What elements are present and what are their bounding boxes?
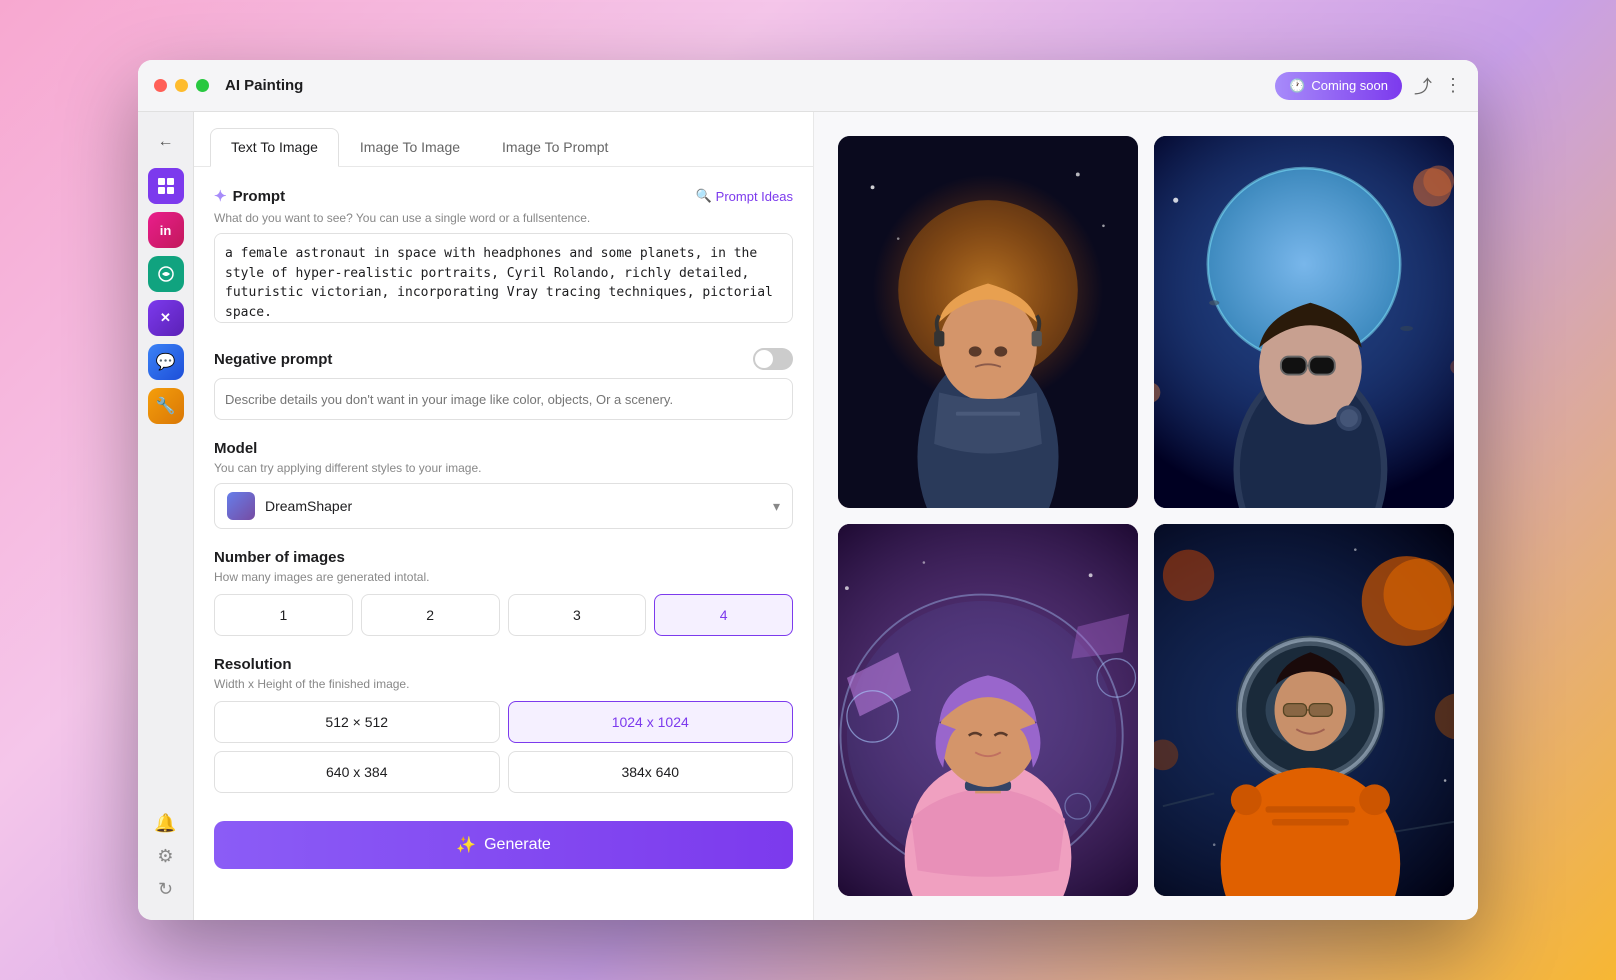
- sparkle-icon: ✨: [456, 835, 476, 855]
- clock-icon: 🕐: [1289, 78, 1305, 94]
- tab-image-to-prompt[interactable]: Image To Prompt: [481, 128, 629, 166]
- close-button[interactable]: [154, 79, 167, 92]
- num-images-title: Number of images: [214, 549, 793, 566]
- sidebar-item-chatgpt[interactable]: [148, 256, 184, 292]
- num-images-1[interactable]: 1: [214, 594, 353, 636]
- generate-button[interactable]: ✨ Generate: [214, 821, 793, 869]
- model-description: You can try applying different styles to…: [214, 461, 793, 475]
- prompt-ideas-button[interactable]: 🔍 Prompt Ideas: [695, 188, 793, 204]
- generated-image-1[interactable]: [838, 136, 1138, 508]
- notifications-icon[interactable]: 🔔: [154, 813, 176, 834]
- generate-label: Generate: [484, 836, 551, 854]
- app-window: AI Painting 🕐 Coming soon ⤴ ⋮ ←: [138, 60, 1478, 920]
- tab-text-to-image[interactable]: Text To Image: [210, 128, 339, 167]
- settings-icon[interactable]: ⚙: [157, 846, 173, 867]
- sidebar: ← in ✕ 💬: [138, 112, 194, 920]
- num-images-description: How many images are generated intotal.: [214, 570, 793, 584]
- star-icon: ✦: [214, 187, 227, 205]
- titlebar-actions: 🕐 Coming soon ⤴ ⋮: [1275, 72, 1462, 100]
- prompt-section: ✦ Prompt 🔍 Prompt Ideas What do you want…: [214, 187, 793, 328]
- generated-image-3[interactable]: [838, 524, 1138, 896]
- sidebar-item-grid[interactable]: [148, 168, 184, 204]
- sidebar-top: ← in ✕ 💬: [148, 124, 184, 813]
- minimize-button[interactable]: [175, 79, 188, 92]
- negative-prompt-input[interactable]: [214, 378, 793, 420]
- negative-prompt-section: Negative prompt: [214, 348, 793, 420]
- model-select-left: DreamShaper: [227, 492, 352, 520]
- sidebar-item-chat[interactable]: 💬: [148, 344, 184, 380]
- model-title: Model: [214, 440, 793, 457]
- tabs: Text To Image Image To Image Image To Pr…: [194, 112, 813, 167]
- chevron-down-icon: ▾: [773, 498, 780, 515]
- search-icon: 🔍: [695, 188, 711, 204]
- res-1024[interactable]: 1024 x 1024: [508, 701, 794, 743]
- refresh-icon[interactable]: ↻: [158, 879, 173, 900]
- sidebar-bottom: 🔔 ⚙ ↻: [154, 813, 176, 908]
- num-images-section: Number of images How many images are gen…: [214, 549, 793, 636]
- sidebar-item-tools[interactable]: 🔧: [148, 388, 184, 424]
- left-panel: Text To Image Image To Image Image To Pr…: [194, 112, 814, 920]
- res-384x640[interactable]: 384x 640: [508, 751, 794, 793]
- coming-soon-badge: 🕐 Coming soon: [1275, 72, 1402, 100]
- image-content-2: [1154, 136, 1454, 508]
- num-images-grid: 1 2 3 4: [214, 594, 793, 636]
- model-thumbnail: [227, 492, 255, 520]
- resolution-description: Width x Height of the finished image.: [214, 677, 793, 691]
- sidebar-item-xmind[interactable]: ✕: [148, 300, 184, 336]
- model-section: Model You can try applying different sty…: [214, 440, 793, 529]
- negative-prompt-header: Negative prompt: [214, 348, 793, 370]
- prompt-description: What do you want to see? You can use a s…: [214, 211, 793, 225]
- form-area: ✦ Prompt 🔍 Prompt Ideas What do you want…: [194, 167, 813, 889]
- maximize-button[interactable]: [196, 79, 209, 92]
- prompt-title: ✦ Prompt: [214, 187, 285, 205]
- main-layout: ← in ✕ 💬: [138, 112, 1478, 920]
- image-content-3: [838, 524, 1138, 896]
- toggle-knob: [755, 350, 773, 368]
- negative-prompt-toggle[interactable]: [753, 348, 793, 370]
- num-images-4[interactable]: 4: [654, 594, 793, 636]
- sidebar-item-linkedin[interactable]: in: [148, 212, 184, 248]
- negative-prompt-title: Negative prompt: [214, 351, 332, 368]
- tab-image-to-image[interactable]: Image To Image: [339, 128, 481, 166]
- image-content-4: [1154, 524, 1454, 896]
- more-icon[interactable]: ⋮: [1444, 75, 1462, 96]
- sidebar-back-button[interactable]: ←: [148, 124, 184, 160]
- generated-image-4[interactable]: [1154, 524, 1454, 896]
- image-grid: [814, 112, 1478, 920]
- resolution-title: Resolution: [214, 656, 793, 673]
- num-images-2[interactable]: 2: [361, 594, 500, 636]
- resolution-section: Resolution Width x Height of the finishe…: [214, 656, 793, 793]
- coming-soon-label: Coming soon: [1311, 78, 1388, 93]
- share-icon[interactable]: ⤴: [1414, 73, 1432, 99]
- model-select-dropdown[interactable]: DreamShaper ▾: [214, 483, 793, 529]
- image-content-1: [838, 136, 1138, 508]
- app-title: AI Painting: [225, 77, 303, 94]
- num-images-3[interactable]: 3: [508, 594, 647, 636]
- traffic-lights: [154, 79, 209, 92]
- titlebar: AI Painting 🕐 Coming soon ⤴ ⋮: [138, 60, 1478, 112]
- model-selected-name: DreamShaper: [265, 498, 352, 514]
- prompt-header: ✦ Prompt 🔍 Prompt Ideas: [214, 187, 793, 205]
- res-640x384[interactable]: 640 x 384: [214, 751, 500, 793]
- generated-image-2[interactable]: [1154, 136, 1454, 508]
- prompt-input[interactable]: a female astronaut in space with headpho…: [214, 233, 793, 323]
- res-512[interactable]: 512 × 512: [214, 701, 500, 743]
- content-area: Text To Image Image To Image Image To Pr…: [194, 112, 1478, 920]
- resolution-grid: 512 × 512 1024 x 1024 640 x 384 384x 640: [214, 701, 793, 793]
